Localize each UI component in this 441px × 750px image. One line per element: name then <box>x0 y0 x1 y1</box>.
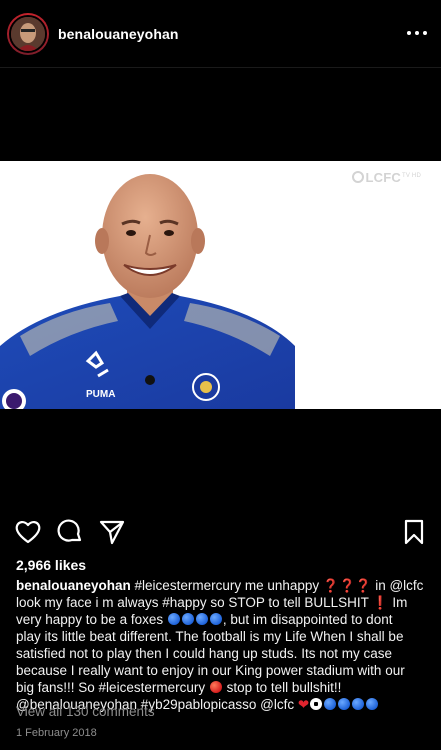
caption-line-4: play its little beat different. The foot… <box>16 629 404 644</box>
caption-line-2a: look my face i m always #happy so STOP t… <box>16 595 369 610</box>
post-image[interactable]: PUMA LCFCTV HD <box>0 161 441 409</box>
post-username[interactable]: benalouaneyohan <box>58 26 179 42</box>
exclamation-icon: ❗ <box>372 595 389 610</box>
question-mark-icon: ❓ <box>322 578 340 593</box>
caption-line-7b: stop to tell bullshit!! <box>222 680 342 695</box>
blue-circle-icon <box>352 698 365 710</box>
blue-circle-icon <box>366 698 379 710</box>
caption-line-1a: #leicestermercury me unhappy <box>134 578 320 593</box>
question-mark-icon: ❓ <box>339 578 356 593</box>
post-date: 1 February 2018 <box>16 727 97 739</box>
view-all-comments-link[interactable]: View all 130 comments <box>16 704 155 719</box>
red-circle-icon <box>209 681 222 693</box>
more-options-icon[interactable] <box>407 27 427 39</box>
post-caption: benalouaneyohan #leicestermercury me unh… <box>16 577 428 713</box>
caption-line-5: satisfied not to play then I could hang … <box>16 646 392 661</box>
blue-circle-icon <box>167 613 180 625</box>
bookmark-icon[interactable] <box>398 516 430 548</box>
blue-circle-icon <box>324 698 337 710</box>
caption-line-6: because I really want to enjoy in our Ki… <box>16 663 405 678</box>
caption-line-1b: in @lcfc <box>371 578 424 593</box>
blue-circle-icon <box>338 698 351 710</box>
question-mark-icon: ❓ <box>355 578 372 593</box>
blue-circle-icon <box>181 613 194 625</box>
lcfc-tv-watermark: LCFCTV HD <box>351 170 421 185</box>
red-heart-icon: ❤ <box>297 697 310 712</box>
caption-line-2b: Im <box>388 595 408 610</box>
blue-circle-icon <box>195 613 208 625</box>
send-icon[interactable] <box>96 516 128 548</box>
likes-count[interactable]: 2,966 likes <box>16 557 86 573</box>
caption-username[interactable]: benalouaneyohan <box>16 578 131 593</box>
action-bar <box>0 516 441 548</box>
player-photo: PUMA <box>0 161 441 409</box>
comment-icon[interactable] <box>54 516 86 548</box>
blue-circle-icon <box>209 613 222 625</box>
soccer-ball-icon <box>310 698 323 710</box>
caption-line-3b: , but im disappointed to dont <box>222 612 393 627</box>
heart-icon[interactable] <box>12 516 44 548</box>
post-header: benalouaneyohan <box>0 0 441 68</box>
caption-line-7a: big fans!!! So #leicestermercury <box>16 680 209 695</box>
caption-line-3a: very happy to be a foxes <box>16 612 167 627</box>
profile-avatar[interactable] <box>7 13 49 55</box>
svg-text:PUMA: PUMA <box>86 389 115 400</box>
avatar-image <box>9 15 47 53</box>
